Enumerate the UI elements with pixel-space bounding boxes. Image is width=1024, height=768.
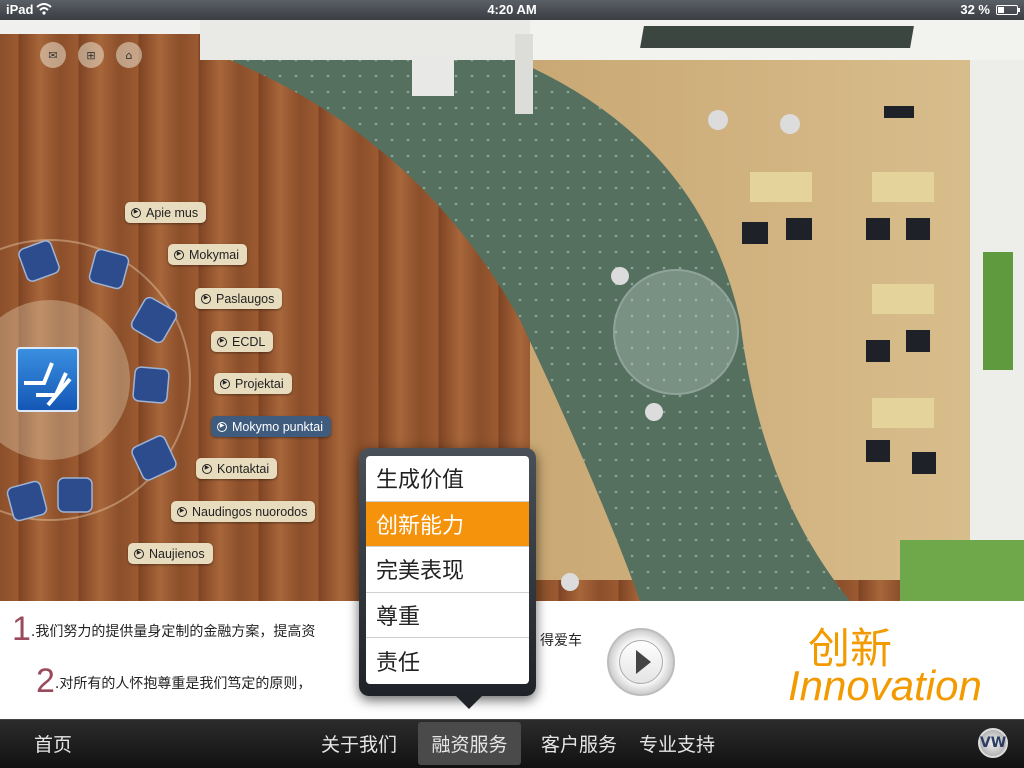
play-circle-icon: ▶ <box>202 463 212 474</box>
play-circle-icon: ▶ <box>217 336 227 347</box>
clock: 4:20 AM <box>487 2 537 17</box>
play-button[interactable] <box>607 628 675 696</box>
menu-item-label: Mokymo punktai <box>232 419 324 434</box>
play-circle-icon: ▶ <box>134 548 144 559</box>
menu-item-label: Naudingos nuorodos <box>192 504 308 519</box>
popover-item-responsibility[interactable]: 责任 <box>366 638 529 684</box>
play-icon <box>636 650 651 674</box>
menu-item-naudingos-nuorodos[interactable]: ▶ Naudingos nuorodos <box>171 501 316 522</box>
menu-item-naujienos[interactable]: ▶ Naujienos <box>128 543 213 564</box>
menu-item-label: Paslaugos <box>216 291 275 306</box>
menu-item-apie-mus[interactable]: ▶ Apie mus <box>125 202 207 223</box>
play-circle-icon: ▶ <box>131 207 141 218</box>
play-circle-icon: ▶ <box>220 378 230 389</box>
banner-line-1-tail: 得爱车 <box>540 633 582 649</box>
popover-item-value[interactable]: 生成价值 <box>366 456 529 502</box>
menu-item-label: Kontaktai <box>217 461 270 476</box>
popover-list: 生成价值 创新能力 完美表现 尊重 责任 <box>366 456 529 684</box>
sitemap-icon[interactable]: ⊞ <box>78 42 104 68</box>
popover-arrow <box>455 695 483 709</box>
line-text: .我们努力的提供量身定制的金融方案，提高资 <box>30 624 316 640</box>
popover-item-performance[interactable]: 完美表现 <box>366 547 529 593</box>
tab-support[interactable]: 专业支持 <box>630 722 724 765</box>
top-icon-group: ✉ ⊞ ⌂ <box>40 42 142 68</box>
menu-item-ecdl[interactable]: ▶ ECDL <box>211 331 274 352</box>
finance-popover: 生成价值 创新能力 完美表现 尊重 责任 <box>359 448 536 696</box>
popover-item-respect[interactable]: 尊重 <box>366 593 529 638</box>
line-text: .对所有的人怀抱尊重是我们笃定的原则， <box>54 676 312 692</box>
battery-percent: 32 % <box>960 2 990 17</box>
play-circle-icon: ▶ <box>174 249 184 260</box>
menu-item-label: Projektai <box>235 376 284 391</box>
tab-finance[interactable]: 融资服务 <box>418 722 521 765</box>
play-circle-icon: ▶ <box>177 506 187 517</box>
logo-mark-icon <box>24 362 72 407</box>
menu-item-mokymai[interactable]: ▶ Mokymai <box>168 244 248 265</box>
line-number: 1 <box>12 610 31 648</box>
menu-item-kontaktai[interactable]: ▶ Kontaktai <box>196 458 278 479</box>
play-circle-icon: ▶ <box>201 293 211 304</box>
banner-title-en: Innovation <box>788 662 982 709</box>
tab-home[interactable]: 首页 <box>22 722 84 765</box>
home-icon[interactable]: ⌂ <box>116 42 142 68</box>
mail-icon[interactable]: ✉ <box>40 42 66 68</box>
tab-customer[interactable]: 客户服务 <box>532 722 626 765</box>
menu-item-label: Apie mus <box>146 205 199 220</box>
line-number: 2 <box>36 662 55 700</box>
menu-item-label: ECDL <box>232 334 266 349</box>
menu-item-label: Naujienos <box>149 546 205 561</box>
menu-item-label: Mokymai <box>189 247 240 262</box>
menu-item-mokymo-punktai[interactable]: ▶ Mokymo punktai <box>211 416 332 437</box>
menu-item-paslaugos[interactable]: ▶ Paslaugos <box>195 288 283 309</box>
play-circle-icon: ▶ <box>217 421 227 432</box>
status-bar: iPad 4:20 AM 32 % <box>0 0 1024 20</box>
battery-icon <box>996 5 1020 15</box>
tab-about[interactable]: 关于我们 <box>312 722 406 765</box>
menu-item-projektai[interactable]: ▶ Projektai <box>214 373 292 394</box>
vw-logo-icon[interactable]: VW <box>978 728 1008 758</box>
popover-item-innovation[interactable]: 创新能力 <box>366 501 529 547</box>
banner-line-2: 2.对所有的人怀抱尊重是我们笃定的原则， <box>36 662 311 701</box>
banner-line-1: 1.我们努力的提供量身定制的金融方案，提高资 <box>12 610 315 649</box>
company-logo <box>16 347 79 412</box>
